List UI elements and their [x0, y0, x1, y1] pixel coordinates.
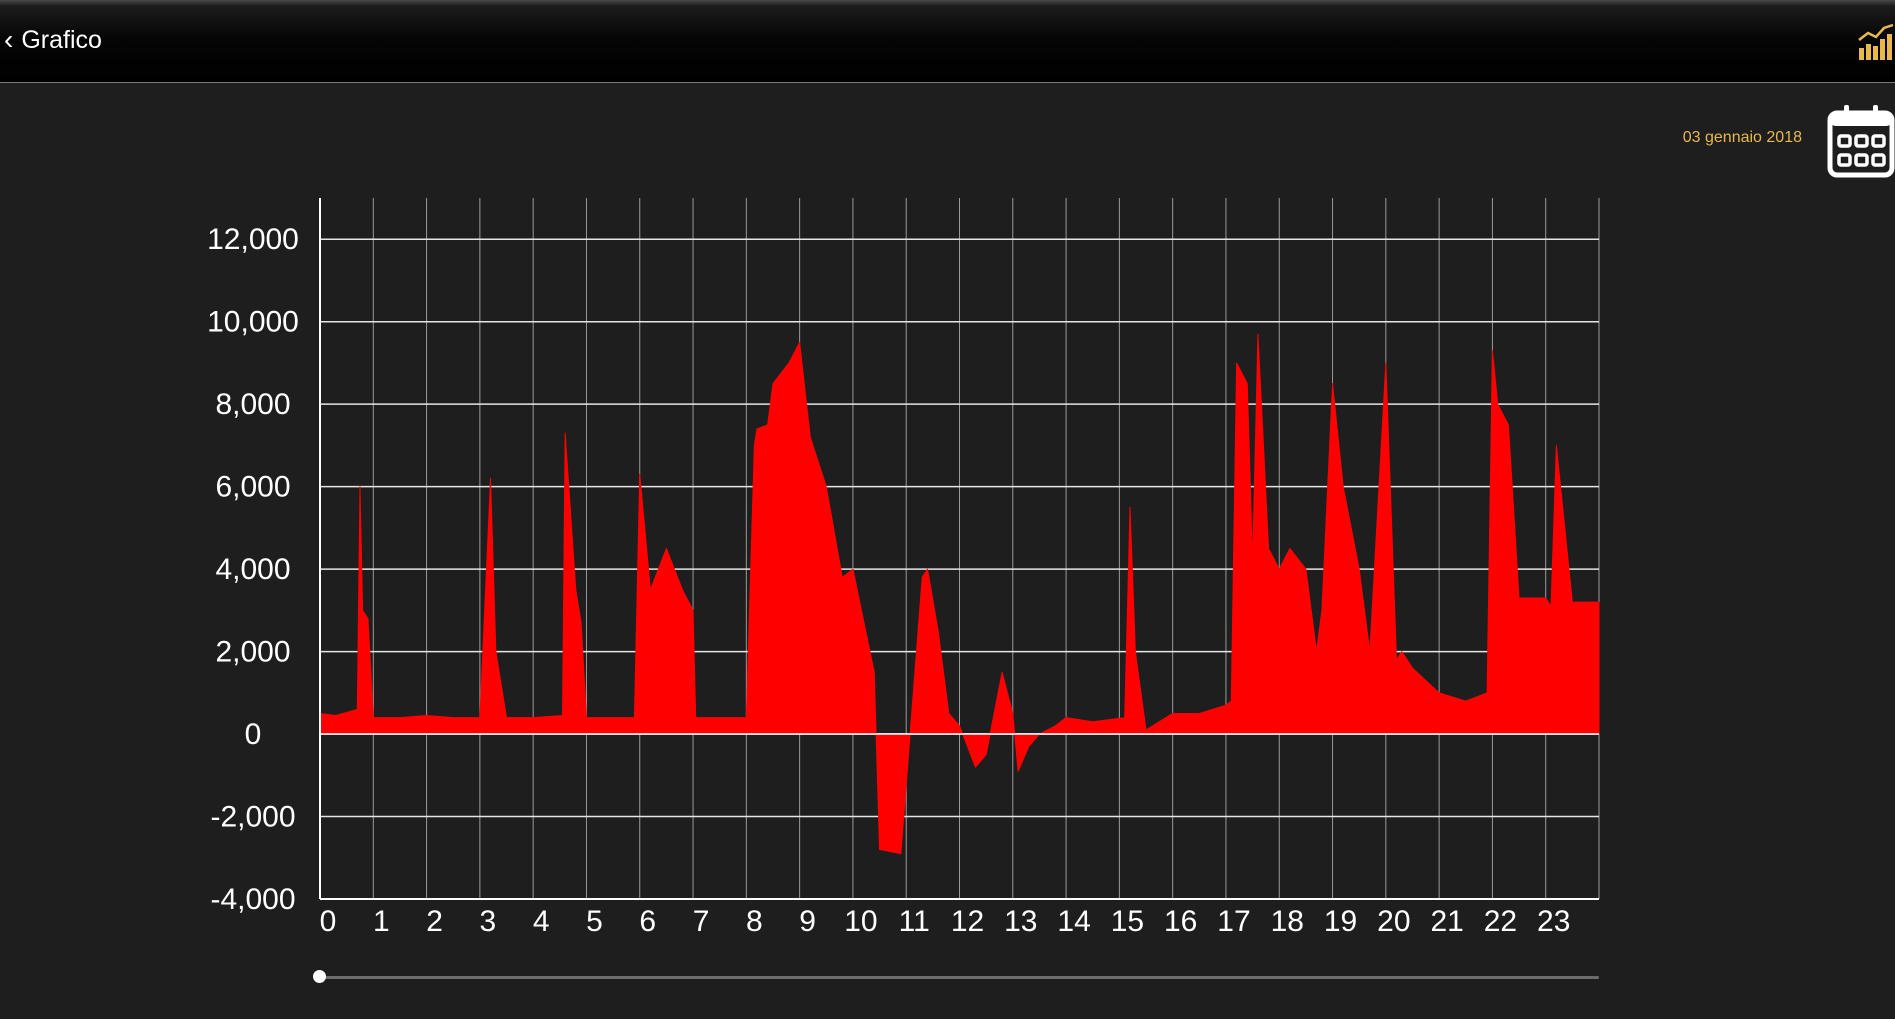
x-tick-label: 11 — [899, 905, 930, 938]
x-tick-label: 9 — [799, 905, 816, 938]
x-tick-label: 18 — [1271, 905, 1304, 938]
power-chart: -4,000 -2,000 0 2,000 4,000 6,000 8,000 10,000 1… — [207, 198, 1600, 938]
time-slider-track[interactable] — [320, 976, 1599, 979]
x-tick-label: 17 — [1217, 905, 1250, 938]
y-tick-label: 0 — [245, 718, 262, 751]
x-tick-label: 7 — [693, 905, 710, 938]
x-tick-label: 3 — [480, 905, 497, 938]
time-slider-knob[interactable] — [313, 970, 326, 983]
x-tick-label: 12 — [951, 905, 984, 938]
y-tick-label: 4,000 — [215, 553, 290, 586]
x-tick-label: 14 — [1057, 905, 1090, 938]
x-tick-label: 15 — [1111, 905, 1144, 938]
x-tick-label: 4 — [533, 905, 550, 938]
x-tick-label: 5 — [586, 905, 603, 938]
y-tick-label: 8,000 — [215, 388, 290, 421]
x-tick-label: 0 — [320, 905, 337, 938]
x-tick-label: 16 — [1164, 905, 1197, 938]
y-tick-label: 2,000 — [215, 636, 290, 669]
y-tick-label: 6,000 — [215, 471, 290, 504]
x-tick-label: 19 — [1324, 905, 1357, 938]
x-tick-label: 10 — [844, 905, 877, 938]
y-tick-label: -4,000 — [210, 883, 295, 916]
x-tick-label: 20 — [1377, 905, 1410, 938]
x-tick-label: 8 — [746, 905, 763, 938]
x-tick-label: 21 — [1430, 905, 1463, 938]
y-tick-label: -2,000 — [210, 801, 295, 834]
x-tick-label: 1 — [373, 905, 390, 938]
x-tick-label: 6 — [639, 905, 656, 938]
y-tick-label: 10,000 — [207, 306, 299, 339]
y-tick-label: 12,000 — [207, 223, 299, 256]
x-tick-label: 13 — [1004, 905, 1037, 938]
x-tick-label: 22 — [1484, 905, 1517, 938]
x-tick-label: 23 — [1537, 905, 1570, 938]
x-tick-label: 2 — [426, 905, 443, 938]
